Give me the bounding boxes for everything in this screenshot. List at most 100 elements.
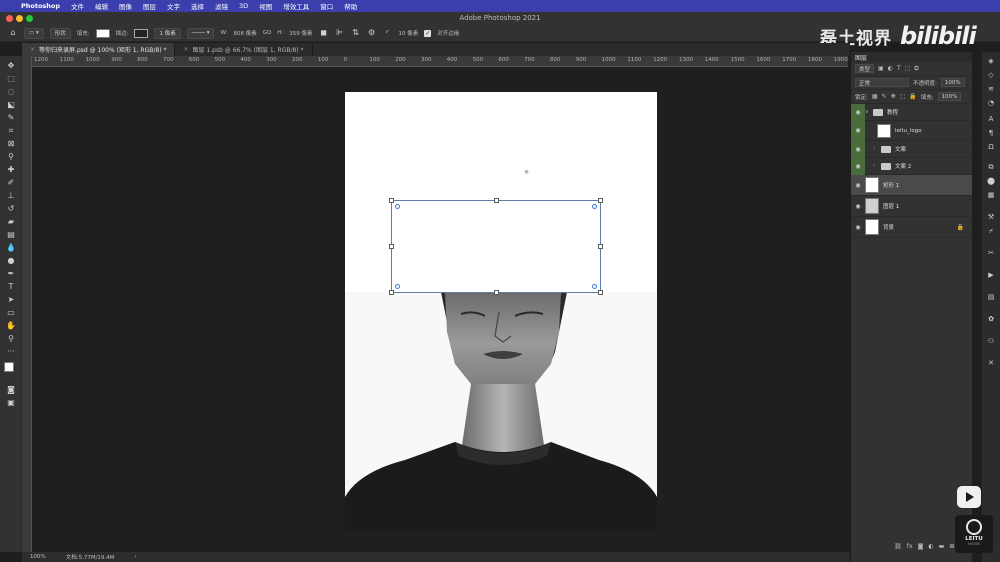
lock-position-icon[interactable]: ✥ [891,93,896,100]
type-tool-icon[interactable]: T [5,281,17,292]
opacity-input[interactable]: 100% [940,78,965,87]
transform-handle[interactable] [598,290,603,295]
layer-row-copy-group[interactable]: ◉ › 文案 [851,140,972,158]
lasso-tool-icon[interactable]: ◌ [5,86,17,97]
document-canvas[interactable]: ⌖ [345,92,657,530]
menu-window[interactable]: 窗口 [320,1,333,11]
visibility-eye-icon[interactable]: ◉ [851,120,865,141]
vertical-ruler[interactable] [22,56,32,552]
visibility-eye-icon[interactable]: ◉ [851,217,865,238]
stroke-width-input[interactable]: 1 像素 [154,27,181,39]
add-mask-icon[interactable]: ◙ [918,543,924,550]
blur-tool-icon[interactable]: 💧 [5,242,17,253]
corner-radius-widget[interactable] [592,204,597,209]
link-dimensions-button[interactable]: GO [263,30,272,36]
canvas-area[interactable]: ⌖ [32,67,848,552]
path-alignment-icon[interactable]: ⊫ [335,28,345,38]
menu-file[interactable]: 文件 [71,1,84,11]
menu-3d[interactable]: 3D [239,2,248,10]
filter-smart-object-icon[interactable]: ⧉ [914,65,918,73]
clone-stamp-tool-icon[interactable]: ⊥ [5,190,17,201]
layer-row-copy-2-group[interactable]: ◉ › 文案 2 [851,157,972,175]
layers-panel-icon[interactable]: ◈ [986,56,996,66]
patterns-panel-icon[interactable]: ✿ [986,314,996,324]
corner-radius-widget[interactable] [395,204,400,209]
layer-row-leitu-logo[interactable]: ◉ leitu_logo [851,120,972,141]
adjustment-layer-icon[interactable]: ◐ [928,543,933,550]
navigator-panel-icon[interactable]: ✕ [986,358,996,368]
character-panel-icon[interactable]: A [986,114,996,124]
crop-tool-icon[interactable]: ⌗ [5,125,17,136]
brush-settings-icon[interactable]: ⌿ [986,226,996,236]
edit-toolbar-icon[interactable]: ··· [5,346,17,357]
properties-panel-icon[interactable]: ⚒ [986,212,996,222]
menu-plugins[interactable]: 增效工具 [283,1,309,11]
home-icon[interactable]: ⌂ [8,28,18,38]
filter-adjustment-icon[interactable]: ◐ [888,65,893,72]
fill-swatch[interactable] [95,28,110,38]
corner-radius-widget[interactable] [395,284,400,289]
screen-mode-icon[interactable]: ▣ [5,397,17,408]
quick-mask-icon[interactable]: ◙ [5,384,17,395]
width-input[interactable]: 808 像素 [233,29,256,37]
adjustments-panel-icon[interactable]: ◔ [986,98,996,108]
eraser-tool-icon[interactable]: ▰ [5,216,17,227]
path-selection-tool-icon[interactable]: ➤ [5,294,17,305]
layer-row-tutorial-group[interactable]: ◉ ∨ 教程 [851,103,972,121]
layer-filter-select[interactable]: 类型 [855,64,875,73]
transform-handle[interactable] [389,198,394,203]
layer-row-rectangle-1[interactable]: ◉ 矩形 1 [851,175,972,196]
hand-tool-icon[interactable]: ✋ [5,320,17,331]
layers-panel-tab[interactable]: 图层 [851,52,972,62]
link-layers-icon[interactable]: ⛓ [894,543,902,550]
new-layer-icon[interactable]: ⊞ [949,543,954,550]
gradients-panel-icon[interactable]: ▤ [986,292,996,302]
gradient-tool-icon[interactable]: ▤ [5,229,17,240]
lock-artboard-icon[interactable]: ⬚ [900,93,906,100]
corner-radius-widget[interactable] [592,284,597,289]
zoom-tool-icon[interactable]: ⚲ [5,333,17,344]
horizontal-ruler[interactable]: 1200 1100 1000 900 800 700 600 500 400 300 200 100 0… [32,56,848,67]
tab-current-document[interactable]: × 等你归来录屏.psd @ 100% (矩形 1, RGB/8) * [22,43,176,56]
transform-handle[interactable] [389,290,394,295]
stroke-type-select[interactable]: ──── ▾ [186,27,215,39]
menu-filter[interactable]: 滤镜 [215,1,228,11]
align-edges-checkbox[interactable]: ✓ [424,29,432,37]
transform-handle[interactable] [598,198,603,203]
layer-row-background[interactable]: ◉ 背景 🔒 [851,217,972,238]
filter-shape-icon[interactable]: ⬚ [905,65,911,72]
layer-row-layer-1[interactable]: ◉ 图层 1 [851,196,972,217]
history-brush-tool-icon[interactable]: ↺ [5,203,17,214]
visibility-eye-icon[interactable]: ◉ [851,196,865,217]
visibility-eye-icon[interactable]: ◉ [851,140,865,158]
path-operations-icon[interactable]: ◼ [319,28,329,38]
menu-app-name[interactable]: Photoshop [21,2,60,10]
paragraph-panel-icon[interactable]: ¶ [986,128,996,138]
history-panel-icon[interactable]: ⚇ [986,336,996,346]
pen-tool-icon[interactable]: ✒ [5,268,17,279]
transform-handle[interactable] [598,244,603,249]
frame-tool-icon[interactable]: ⊠ [5,138,17,149]
libraries-panel-icon[interactable]: ⧉ [986,162,996,172]
move-tool-icon[interactable]: ✥ [5,60,17,71]
lock-all-icon[interactable]: 🔒 [909,93,916,100]
object-selection-tool-icon[interactable]: ⬕ [5,99,17,110]
transform-handle[interactable] [494,198,499,203]
collapse-arrow-icon[interactable]: › [873,163,878,169]
visibility-eye-icon[interactable]: ◉ [851,103,865,121]
visibility-eye-icon[interactable]: ◉ [851,175,865,196]
menu-type[interactable]: 文字 [167,1,180,11]
tool-preset-picker[interactable]: ▭ ▾ [24,27,44,39]
expand-arrow-icon[interactable]: ∨ [865,109,870,115]
new-group-icon[interactable]: ▬ [939,543,945,550]
foreground-color-swatch[interactable] [4,362,14,372]
rectangle-shape-layer[interactable] [389,198,603,295]
collapse-arrow-icon[interactable]: › [873,146,878,152]
height-input[interactable]: 359 像素 [289,29,312,37]
menu-view[interactable]: 视图 [259,1,272,11]
dodge-tool-icon[interactable]: ● [5,255,17,266]
tool-presets-icon[interactable]: ✂ [986,248,996,258]
color-panel-icon[interactable]: ⬤ [986,176,996,186]
close-tab-icon[interactable]: × [30,46,35,53]
close-tab-icon[interactable]: × [183,46,188,53]
